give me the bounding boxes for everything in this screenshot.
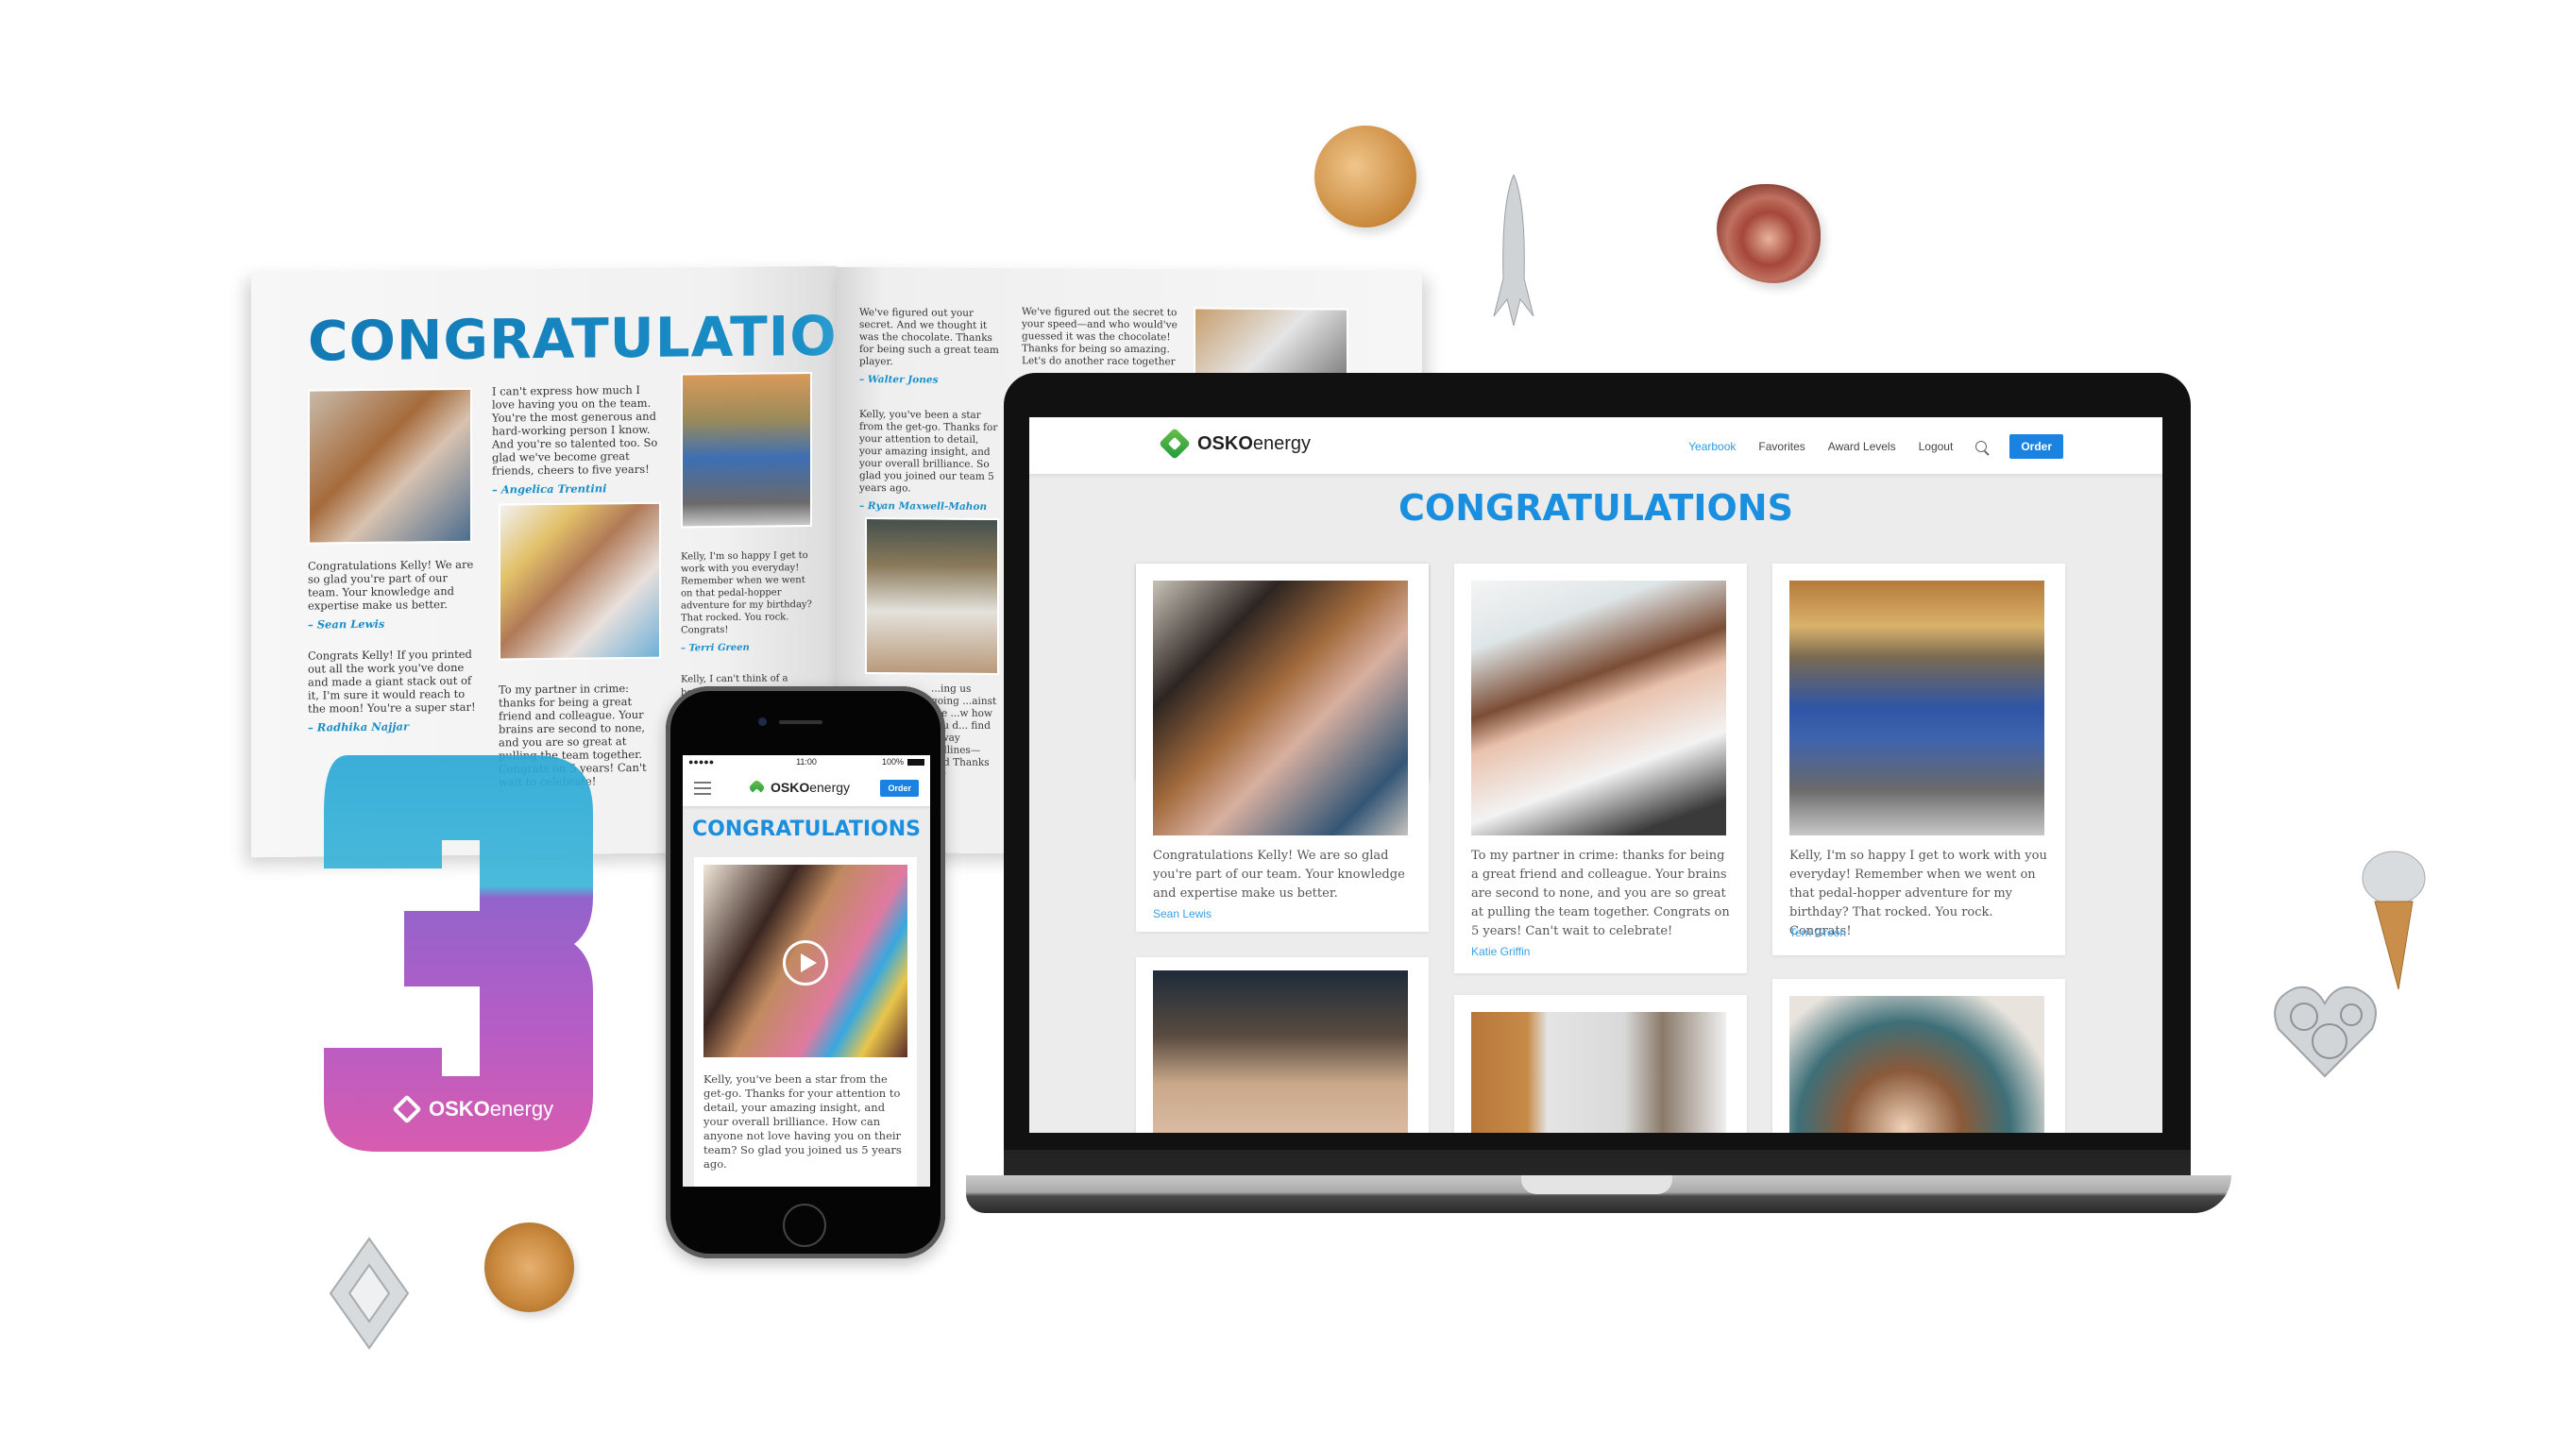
main-nav: Yearbook Favorites Award Levels Logout O… (1688, 434, 2063, 459)
magazine-title: CONGRATULATIONS (308, 303, 837, 374)
rose-pin-icon (1717, 184, 1821, 283)
nav-logout[interactable]: Logout (1919, 440, 1954, 453)
page-title: CONGRATULATIONS (1398, 487, 1793, 529)
card-signature-katie[interactable]: Katie Griffin (1471, 945, 1530, 958)
photo-pedal-bike (1789, 581, 2044, 835)
diamond-pin-icon (329, 1237, 410, 1350)
phone-screen: ●●●●● 11:00 100% OSKOenergy Order CONGRA… (683, 755, 930, 1187)
nav-favorites[interactable]: Favorites (1758, 440, 1805, 453)
photo-group-selfie (1153, 581, 1408, 835)
award-brand-logo: OSKO energy (392, 1094, 553, 1124)
rocket-pin-icon (1492, 173, 1535, 327)
status-bar: ●●●●● 11:00 100% (683, 755, 930, 770)
message-walter: We've figured out your secret. And we th… (859, 307, 999, 386)
hamburger-menu-icon[interactable] (694, 782, 711, 795)
order-button[interactable]: Order (2009, 434, 2063, 459)
number-three-award: OSKO energy (319, 746, 610, 1161)
video-thumbnail[interactable] (703, 865, 907, 1057)
laptop: OSKOenergy Yearbook Favorites Award Leve… (966, 373, 2231, 1213)
laptop-screen: OSKOenergy Yearbook Favorites Award Leve… (1029, 417, 2162, 1133)
photo-woman-dog (499, 501, 661, 661)
order-button[interactable]: Order (880, 780, 919, 797)
photo-woman-dog (1471, 581, 1726, 835)
compass-pin-icon (484, 1222, 574, 1312)
photo-friends-circle (1789, 996, 2044, 1133)
photo-woman-peace-sign (865, 517, 999, 676)
message-radhika: Congrats Kelly! If you printed out all t… (308, 647, 476, 734)
photo-woman-glasses-office (1471, 1012, 1726, 1133)
message-sean: Congratulations Kelly! We are so glad yo… (308, 557, 474, 632)
message-ryan: Kelly, you've been a star from the get-g… (859, 409, 998, 513)
gear-heart-pin-icon (2271, 977, 2380, 1081)
site-header: OSKOenergy Yearbook Favorites Award Leve… (1029, 417, 2162, 474)
message-card-video[interactable]: Kelly, you've been a star from the get-g… (694, 857, 917, 1187)
battery-icon (907, 759, 924, 766)
laptop-trackpad-notch (1521, 1175, 1672, 1194)
nav-yearbook[interactable]: Yearbook (1688, 440, 1736, 453)
ice-cream-pin-icon (2361, 850, 2427, 991)
message-card[interactable] (1772, 979, 2065, 1133)
message-card-sean-full[interactable]: Congratulations Kelly! We are so glad yo… (1136, 564, 1429, 932)
nav-award-levels[interactable]: Award Levels (1828, 440, 1896, 453)
play-icon[interactable] (783, 940, 828, 986)
brand-logo[interactable]: OSKOenergy (748, 778, 850, 797)
logo-diamond-icon (748, 778, 766, 797)
globe-pin-icon (1314, 126, 1416, 228)
message-chocolate-speed: We've figured out the secret to your spe… (1022, 306, 1178, 368)
message-card-terri[interactable]: Kelly, I'm so happy I get to work with y… (1772, 564, 2065, 955)
home-button[interactable] (783, 1204, 826, 1247)
battery-percent: 100% (881, 757, 904, 767)
photo-group-selfie (308, 387, 472, 545)
card-signature-terri[interactable]: Terri Green (1789, 926, 1846, 939)
smartphone: ●●●●● 11:00 100% OSKOenergy Order CONGRA… (666, 686, 945, 1258)
speaker-grille (779, 720, 822, 724)
message-card[interactable] (1136, 957, 1429, 1133)
brand-logo[interactable]: OSKOenergy (1159, 428, 1311, 460)
message-card[interactable] (1454, 995, 1747, 1133)
logo-diamond-icon (392, 1094, 422, 1124)
logo-diamond-icon (1159, 428, 1191, 460)
message-angelica: I can't express how much I love having y… (492, 382, 658, 497)
message-card-katie[interactable]: To my partner in crime: thanks for being… (1454, 564, 1747, 973)
laptop-bezel-bottom (1004, 1133, 2191, 1175)
photo-pedal-bike (681, 372, 812, 529)
front-camera-icon (758, 717, 767, 726)
photo-woman-glasses-cafe (1153, 970, 1408, 1133)
card-signature-sean[interactable]: Sean Lewis (1153, 907, 1212, 920)
message-terri: Kelly, I'm so happy I get to work with y… (681, 550, 812, 654)
search-icon[interactable] (1975, 441, 1988, 452)
phone-site-header: OSKOenergy Order (683, 770, 930, 806)
page-title: CONGRATULATIONS (692, 818, 921, 841)
